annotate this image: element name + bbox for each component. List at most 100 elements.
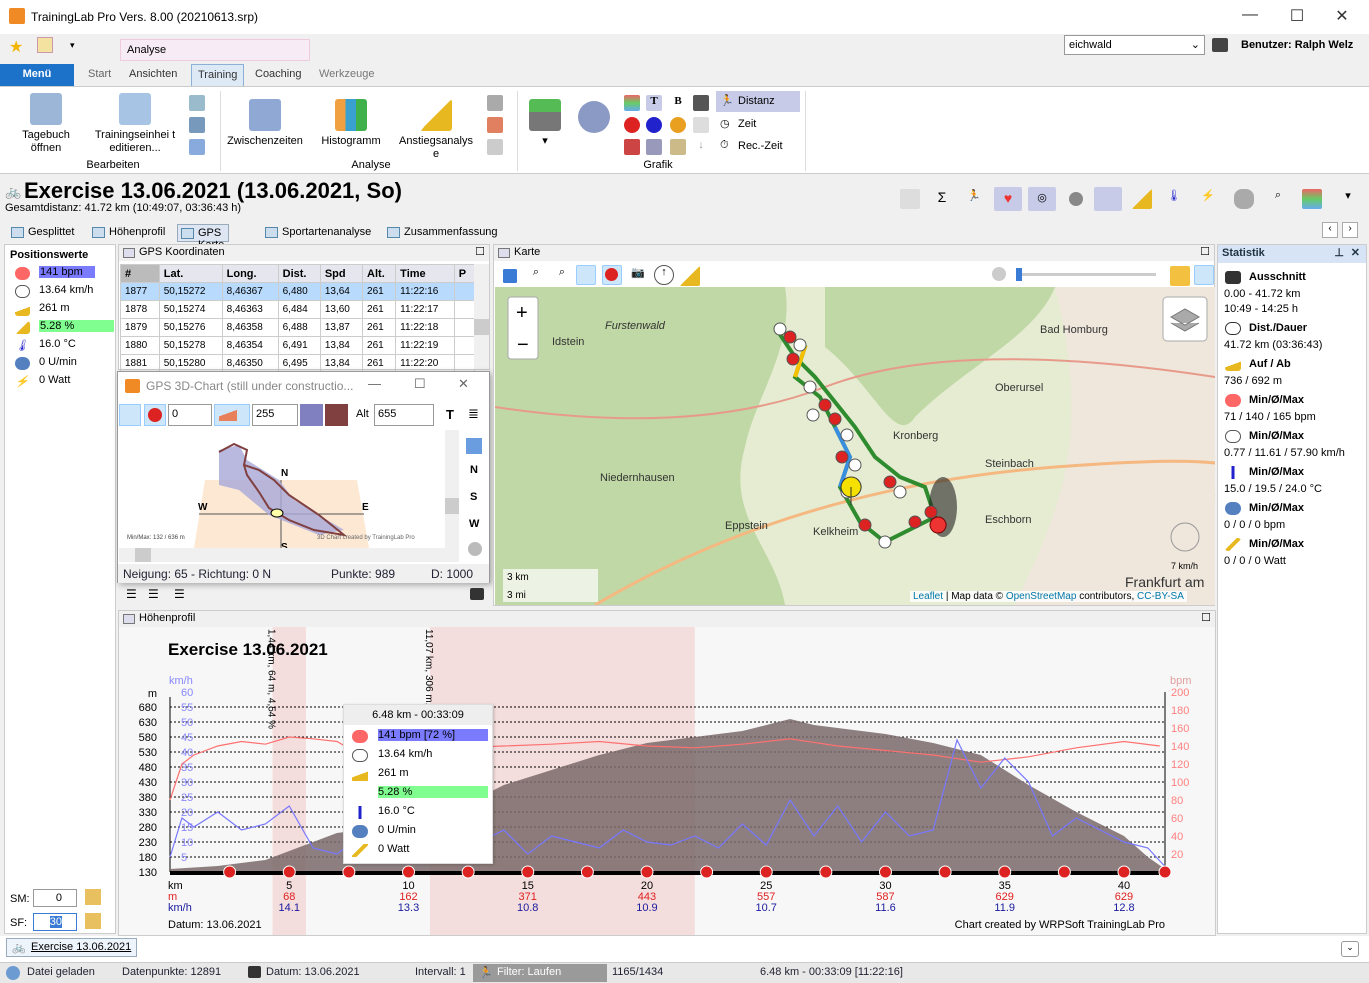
north-button[interactable]: N [470,464,478,476]
marker-m-icon[interactable] [646,117,662,133]
col-time[interactable]: Time [395,264,455,283]
table-row[interactable]: 1880 50,15278 8,46354 6,491 13,84 261 11:22:19 [120,336,476,355]
speedometer-icon[interactable]: ◎ [1028,187,1056,211]
lap-marker[interactable] [878,865,892,879]
apply-sm-icon[interactable] [85,889,101,905]
south-button[interactable]: S [470,491,477,503]
tab-gps-karte[interactable]: GPS Karte [177,224,230,251]
anstiegsanalyse-button[interactable]: Anstiegsanalys e [398,99,474,161]
elevation-chart[interactable]: Exercise 13.06.20211,44 km, 64 m, 4,54 %… [119,627,1215,935]
thermometer-icon[interactable]: 🌡 [1164,189,1184,209]
apply-sf-icon[interactable] [85,913,101,929]
lap-marker[interactable] [342,865,356,879]
lap-marker[interactable] [818,398,832,412]
event-icon[interactable] [670,117,686,133]
sm-stepper[interactable]: 0 [33,889,77,907]
add-table-icon[interactable] [189,95,205,111]
lap-marker[interactable] [700,865,714,879]
horizontal-scrollbar[interactable] [119,548,459,562]
scroll-left-button[interactable]: ‹ [1322,222,1338,238]
tab-zusammenfassung[interactable]: Zusammenfassung [384,224,502,242]
histogramm-button[interactable]: Histogramm [316,99,386,148]
play-icon[interactable] [992,267,1006,281]
scrollbar-thumb[interactable] [445,498,459,514]
lap-marker[interactable] [401,865,415,879]
col-spd[interactable]: Spd [319,264,364,283]
lap-marker[interactable] [461,865,475,879]
align-icon[interactable]: ≣ [468,406,479,422]
tab-hoehenprofil[interactable]: Höhenprofil [89,224,169,242]
text-button[interactable]: T [646,95,662,111]
arrow-down-icon[interactable]: ↓ [693,139,709,155]
sf-stepper[interactable]: 30 [33,913,77,931]
lap-marker[interactable] [793,338,807,352]
export-button[interactable]: ▾ [528,99,562,155]
lap-marker[interactable] [893,485,907,499]
map-settings-icon[interactable] [1194,265,1214,285]
close-button[interactable]: ✕ [1322,6,1362,26]
lap-marker[interactable] [521,865,535,879]
text-icon[interactable]: T [446,407,454,422]
license-link[interactable]: CC-BY-SA [1137,591,1184,602]
offset-stepper[interactable]: 0 [168,404,212,426]
lap-marker[interactable] [803,380,817,394]
tab-training[interactable]: Training [191,64,245,86]
heart-icon[interactable]: ♥ [994,187,1022,211]
cyclist-icon[interactable] [487,95,503,111]
lap-marker[interactable] [858,518,872,532]
select-icon[interactable] [503,269,517,283]
lap-marker[interactable] [282,865,296,879]
weather-icon[interactable] [1234,189,1254,209]
save-icon[interactable] [189,139,205,155]
col-dist[interactable]: Dist. [277,264,321,283]
window-icon[interactable] [900,189,920,209]
playback-slider[interactable] [1016,268,1156,281]
favorite-star-icon[interactable]: ★ [9,37,23,57]
search-document-icon[interactable] [37,37,53,53]
lap-marker[interactable] [806,408,820,422]
scroll-right-button[interactable]: › [1342,222,1358,238]
lap-marker[interactable] [1158,865,1172,879]
table-row[interactable]: 1878 50,15274 8,46363 6,484 13,60 261 11:22:17 [120,300,476,319]
lap-marker-button[interactable] [602,265,622,285]
pin-button[interactable] [576,265,596,285]
zoom-out-icon[interactable]: ⌕ [552,266,572,286]
minimize-button[interactable]: — [1230,6,1270,24]
maximize-icon[interactable]: ☐ [1200,245,1210,258]
lap-marker[interactable] [773,322,787,336]
lap-marker[interactable] [819,865,833,879]
lap-marker[interactable] [840,428,854,442]
zoom-out-button[interactable]: − [517,334,529,356]
align-center-icon[interactable]: ☰ [148,587,159,601]
camera-icon[interactable] [1212,38,1228,52]
col-p[interactable]: P [453,264,476,283]
close-button[interactable]: ✕ [458,376,469,392]
camera-icon[interactable]: 📷 [628,266,648,286]
more-dropdown-icon[interactable]: ▾ [1338,189,1358,209]
zeit-button[interactable]: ◷ Zeit [716,114,800,135]
lap-marker[interactable] [924,505,938,519]
copy-icon[interactable] [466,438,482,454]
zones-icon[interactable] [624,139,640,155]
minimize-button[interactable]: — [368,376,381,391]
camera-icon[interactable] [470,588,484,600]
upload-icon[interactable]: ↑ [654,265,674,285]
expand-button[interactable]: ⌄ [1341,941,1359,957]
zoom-icon[interactable]: ⌕ [1268,189,1288,209]
col-lat[interactable]: Lat. [158,264,223,283]
bold-button[interactable]: B [670,95,686,111]
tab-ansichten[interactable]: Ansichten [123,64,183,86]
map-canvas[interactable]: Furstenwald Idstein Bad Homburg Oberursel Kr… [495,287,1215,605]
filter-button[interactable]: 🏃 Filter: Laufen [473,964,607,982]
col-alt[interactable]: Alt. [362,264,397,283]
table-row[interactable]: 1881 50,15280 8,46350 6,495 13,84 261 11:22:20 [120,354,476,373]
tab-menu[interactable]: Menü [0,64,74,86]
tagebuch-button[interactable]: Tagebuch öffnen [14,93,78,155]
pin-button[interactable] [119,404,141,426]
trainingseinheit-button[interactable]: Trainingseinhei t editieren... [92,93,178,155]
distanz-button[interactable]: 🏃 Distanz [716,91,800,112]
export-icon[interactable] [1170,266,1190,286]
chart-icon[interactable] [1302,189,1322,209]
merge-icon[interactable] [189,117,205,133]
alt-stepper[interactable]: 655 [374,404,434,426]
